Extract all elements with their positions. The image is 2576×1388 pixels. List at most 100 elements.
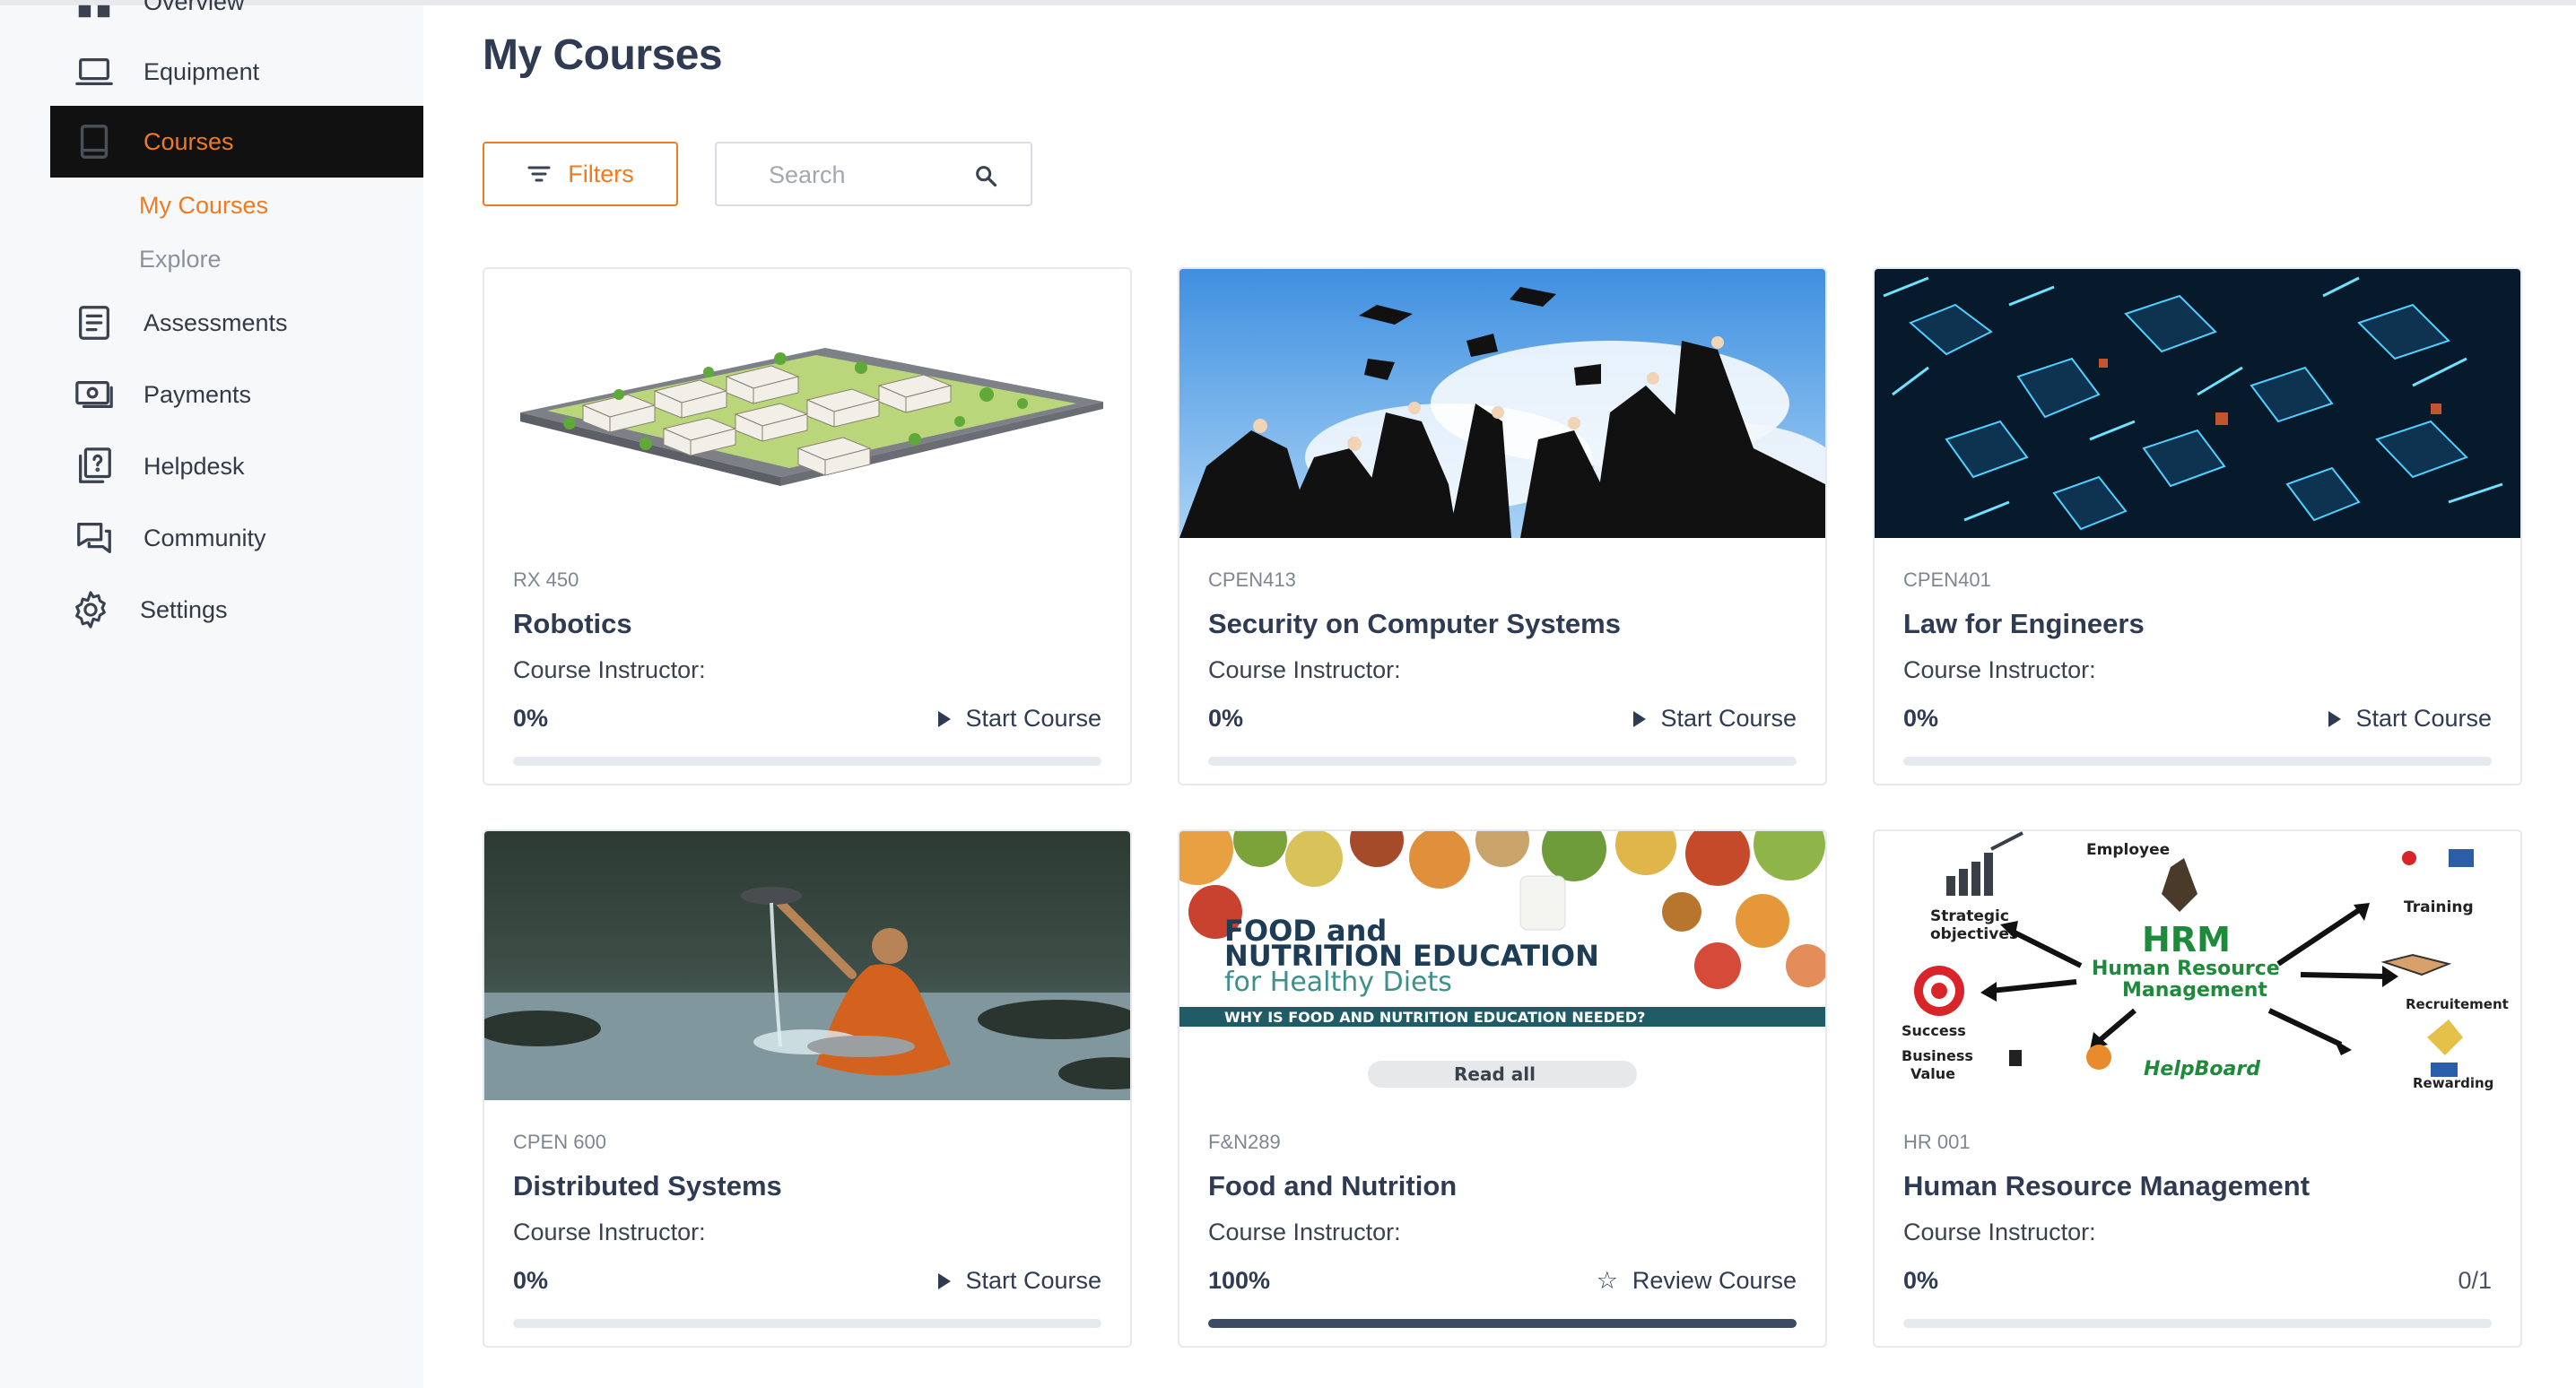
action-label: Review Course	[1632, 1267, 1797, 1294]
search-input[interactable]	[769, 156, 966, 194]
course-progress-text: 0%	[1903, 705, 1939, 732]
start-course-button[interactable]: Start Course	[1633, 705, 1797, 733]
progress-bar	[1903, 1319, 2492, 1328]
course-instructor-label: Course Instructor:	[1208, 656, 1401, 683]
laptop-icon	[72, 49, 117, 94]
course-title: Food and Nutrition	[1208, 1170, 1458, 1201]
course-instructor-label: Course Instructor:	[1903, 656, 2096, 683]
image-label-hrm-2: Human Resource	[2092, 958, 2280, 980]
gear-icon	[68, 587, 113, 632]
image-label-employee: Employee	[2086, 841, 2170, 859]
image-label-strategic-1: Strategic	[1930, 907, 2009, 925]
course-code: CPEN401	[1903, 568, 1991, 591]
sidebar-item-label: Payments	[144, 380, 252, 408]
progress-bar	[1903, 757, 2492, 766]
review-course-button[interactable]: ☆ Review Course	[1597, 1267, 1797, 1295]
course-card[interactable]: RX 450 Robotics Course Instructor: 0% St…	[483, 267, 1132, 785]
sidebar-item-settings[interactable]: Settings	[50, 574, 423, 646]
image-label-brand: HelpBoard	[2144, 1058, 2260, 1080]
star-icon: ☆	[1596, 1267, 1618, 1295]
chat-icon	[72, 516, 117, 560]
progress-bar	[513, 757, 1101, 766]
image-label-business-2: Value	[1910, 1065, 1955, 1082]
tablet-icon	[72, 119, 117, 164]
play-icon	[938, 1272, 952, 1289]
sidebar-item-community[interactable]: Community	[50, 502, 423, 574]
image-label-business-1: Business	[1902, 1047, 1973, 1064]
course-progress-text: 100%	[1208, 1267, 1271, 1294]
search-box[interactable]	[715, 142, 1032, 206]
page-title: My Courses	[483, 31, 723, 79]
course-card[interactable]: CPEN401 Law for Engineers Course Instruc…	[1873, 267, 2522, 785]
action-label: Start Course	[965, 1267, 1101, 1294]
document-icon	[72, 300, 117, 345]
action-label: Start Course	[1660, 705, 1797, 732]
course-title: Security on Computer Systems	[1208, 608, 1621, 639]
start-course-button[interactable]: Start Course	[2328, 705, 2492, 733]
image-label-rewarding: Rewarding	[2413, 1075, 2493, 1091]
course-title: Robotics	[513, 608, 632, 639]
image-label-hrm-3: Management	[2122, 979, 2267, 1002]
course-image: Employee Strategic objectives Training H…	[1875, 831, 2520, 1100]
money-icon	[72, 372, 117, 417]
course-instructor-label: Course Instructor:	[1208, 1219, 1401, 1245]
course-instructor-label: Course Instructor:	[513, 1219, 706, 1245]
course-code: CPEN413	[1208, 568, 1296, 591]
course-code: RX 450	[513, 568, 579, 591]
progress-bar	[1208, 1319, 1797, 1328]
image-read-all: Read all	[1454, 1063, 1536, 1085]
filters-label: Filters	[568, 160, 634, 187]
progress-bar	[1208, 757, 1797, 766]
sidebar-item-label: Equipment	[144, 57, 260, 85]
course-card[interactable]: CPEN413 Security on Computer Systems Cou…	[1178, 267, 1827, 785]
course-code: F&N289	[1208, 1131, 1281, 1153]
search-icon[interactable]	[973, 163, 998, 188]
sidebar-subitem-explore[interactable]: Explore	[139, 246, 222, 273]
image-banner-text: WHY IS FOOD AND NUTRITION EDUCATION NEED…	[1224, 1009, 1645, 1026]
sidebar-item-label: Assessments	[144, 308, 288, 336]
sidebar-item-label: Settings	[140, 595, 228, 623]
sidebar-item-label: Community	[144, 524, 266, 551]
sidebar-item-courses[interactable]: Courses	[50, 106, 423, 178]
sidebar-item-equipment[interactable]: Equipment	[50, 36, 423, 108]
sidebar-item-payments[interactable]: Payments	[50, 359, 423, 430]
course-progress-text: 0%	[1903, 1267, 1939, 1294]
sidebar-item-helpdesk[interactable]: Helpdesk	[50, 430, 423, 502]
course-card[interactable]: FOOD and NUTRITION EDUCATION for Healthy…	[1178, 829, 1827, 1348]
course-image	[1875, 269, 2520, 538]
course-image	[484, 269, 1130, 538]
sidebar-item-label: Courses	[144, 127, 234, 155]
course-title: Human Resource Management	[1903, 1170, 2311, 1201]
progress-bar	[513, 1319, 1101, 1328]
course-title: Distributed Systems	[513, 1170, 782, 1201]
start-course-button[interactable]: Start Course	[938, 705, 1101, 733]
course-progress-text: 0%	[513, 1267, 549, 1294]
action-label: Start Course	[2355, 705, 2492, 732]
lesson-count: 0/1	[2458, 1267, 2492, 1294]
course-code: HR 001	[1903, 1131, 1971, 1153]
image-label-training: Training	[2404, 898, 2474, 916]
image-label-recruitment: Recruitement	[2406, 996, 2509, 1012]
sidebar-item-overview[interactable]: Overview	[50, 0, 423, 38]
image-text-line3: for Healthy Diets	[1224, 967, 1452, 998]
course-image	[484, 831, 1130, 1100]
course-card[interactable]: Employee Strategic objectives Training H…	[1873, 829, 2522, 1348]
course-progress-text: 0%	[1208, 705, 1244, 732]
start-course-button[interactable]: Start Course	[938, 1267, 1101, 1295]
course-title: Law for Engineers	[1903, 608, 2145, 639]
sidebar: Overview Equipment Courses My Courses Ex…	[0, 0, 423, 1388]
sidebar-subitem-my-courses[interactable]: My Courses	[139, 192, 268, 220]
image-label-hrm: HRM	[2142, 920, 2231, 959]
play-icon	[938, 710, 952, 727]
sidebar-item-label: Helpdesk	[144, 452, 245, 480]
help-icon	[72, 444, 117, 489]
action-label: Start Course	[965, 705, 1101, 732]
course-image: FOOD and NUTRITION EDUCATION for Healthy…	[1179, 831, 1825, 1100]
sidebar-item-assessments[interactable]: Assessments	[50, 287, 423, 359]
grid-icon	[72, 0, 117, 24]
filters-button[interactable]: Filters	[483, 142, 678, 206]
image-label-success: Success	[1902, 1022, 1966, 1039]
course-card[interactable]: CPEN 600 Distributed Systems Course Inst…	[483, 829, 1132, 1348]
filter-icon	[527, 166, 551, 182]
course-code: CPEN 600	[513, 1131, 606, 1153]
